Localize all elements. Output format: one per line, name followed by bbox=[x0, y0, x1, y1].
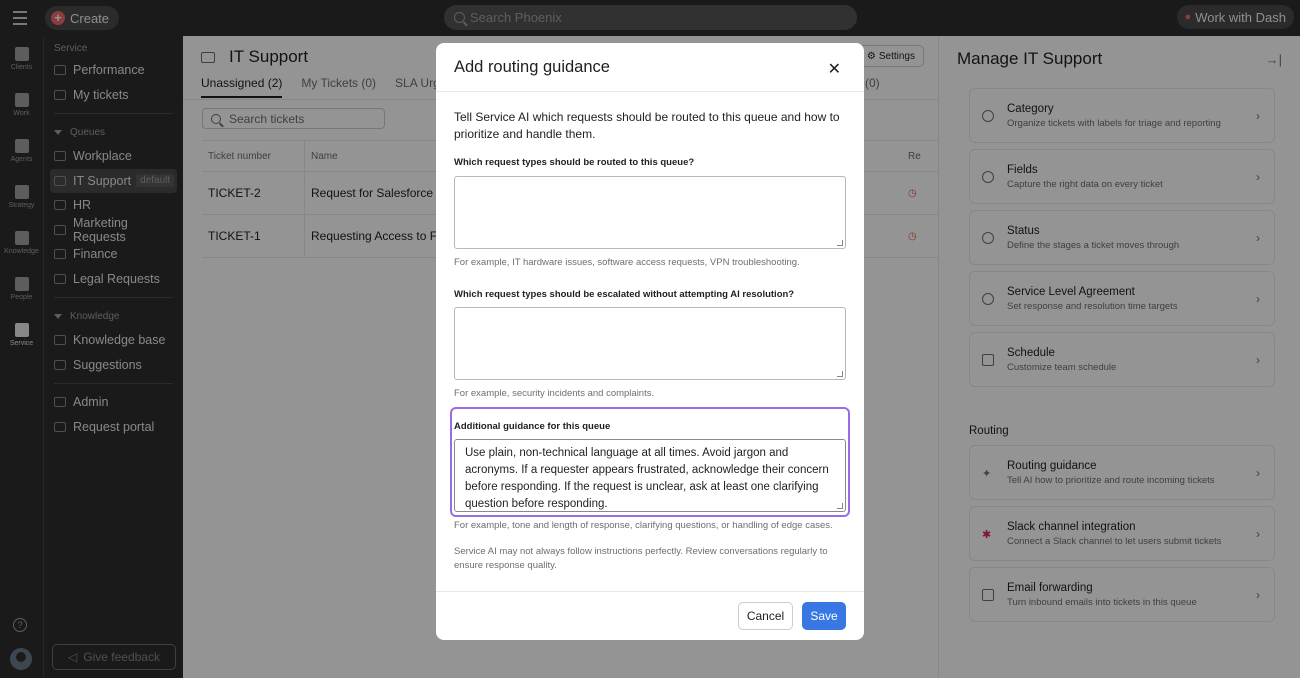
routed-types-hint: For example, IT hardware issues, softwar… bbox=[454, 257, 800, 268]
routed-types-textarea[interactable] bbox=[454, 176, 846, 249]
additional-guidance-hint: For example, tone and length of response… bbox=[454, 520, 833, 531]
escalated-types-textarea[interactable] bbox=[454, 307, 846, 380]
ai-disclaimer: Service AI may not always follow instruc… bbox=[454, 546, 828, 571]
escalated-types-hint: For example, security incidents and comp… bbox=[454, 388, 655, 399]
routed-types-label: Which request types should be routed to … bbox=[454, 157, 695, 168]
dialog-footer: Cancel Save bbox=[436, 591, 864, 640]
save-button[interactable]: Save bbox=[802, 602, 846, 630]
escalated-types-label: Which request types should be escalated … bbox=[454, 289, 795, 300]
additional-guidance-label: Additional guidance for this queue bbox=[454, 421, 611, 432]
cancel-button[interactable]: Cancel bbox=[738, 602, 793, 630]
resize-handle-icon[interactable] bbox=[837, 503, 843, 509]
dialog-intro: Tell Service AI which requests should be… bbox=[454, 110, 840, 141]
resize-handle-icon[interactable] bbox=[837, 371, 843, 377]
dialog-header: Add routing guidance bbox=[436, 43, 864, 92]
close-icon[interactable]: ✕ bbox=[828, 59, 841, 79]
dialog-title: Add routing guidance bbox=[454, 57, 610, 76]
additional-guidance-textarea[interactable]: Use plain, non-technical language at all… bbox=[454, 439, 846, 512]
dialog-body: Tell Service AI which requests should be… bbox=[450, 109, 850, 571]
resize-handle-icon[interactable] bbox=[837, 240, 843, 246]
routing-guidance-dialog: Add routing guidance ✕ Tell Service AI w… bbox=[436, 43, 864, 640]
